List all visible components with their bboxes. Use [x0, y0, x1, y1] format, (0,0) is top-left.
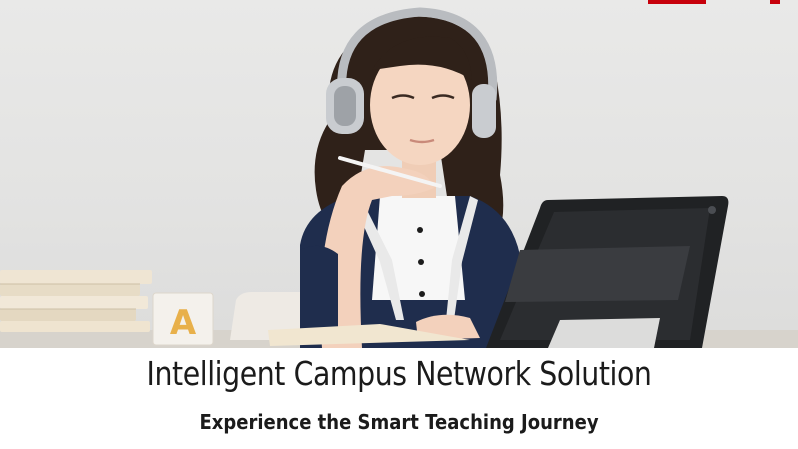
page-subtitle: Experience the Smart Teaching Journey [199, 410, 599, 434]
page-title: Intelligent Campus Network Solution [146, 354, 652, 393]
block-letter: A [170, 303, 197, 343]
brand-strip [648, 0, 706, 4]
hero-illustration: A [0, 7, 798, 348]
book-stack [0, 270, 152, 332]
tablet [486, 196, 729, 348]
letter-block: A [152, 292, 214, 346]
brand-strip-accent [770, 0, 780, 4]
hero-photo: A [0, 0, 798, 348]
